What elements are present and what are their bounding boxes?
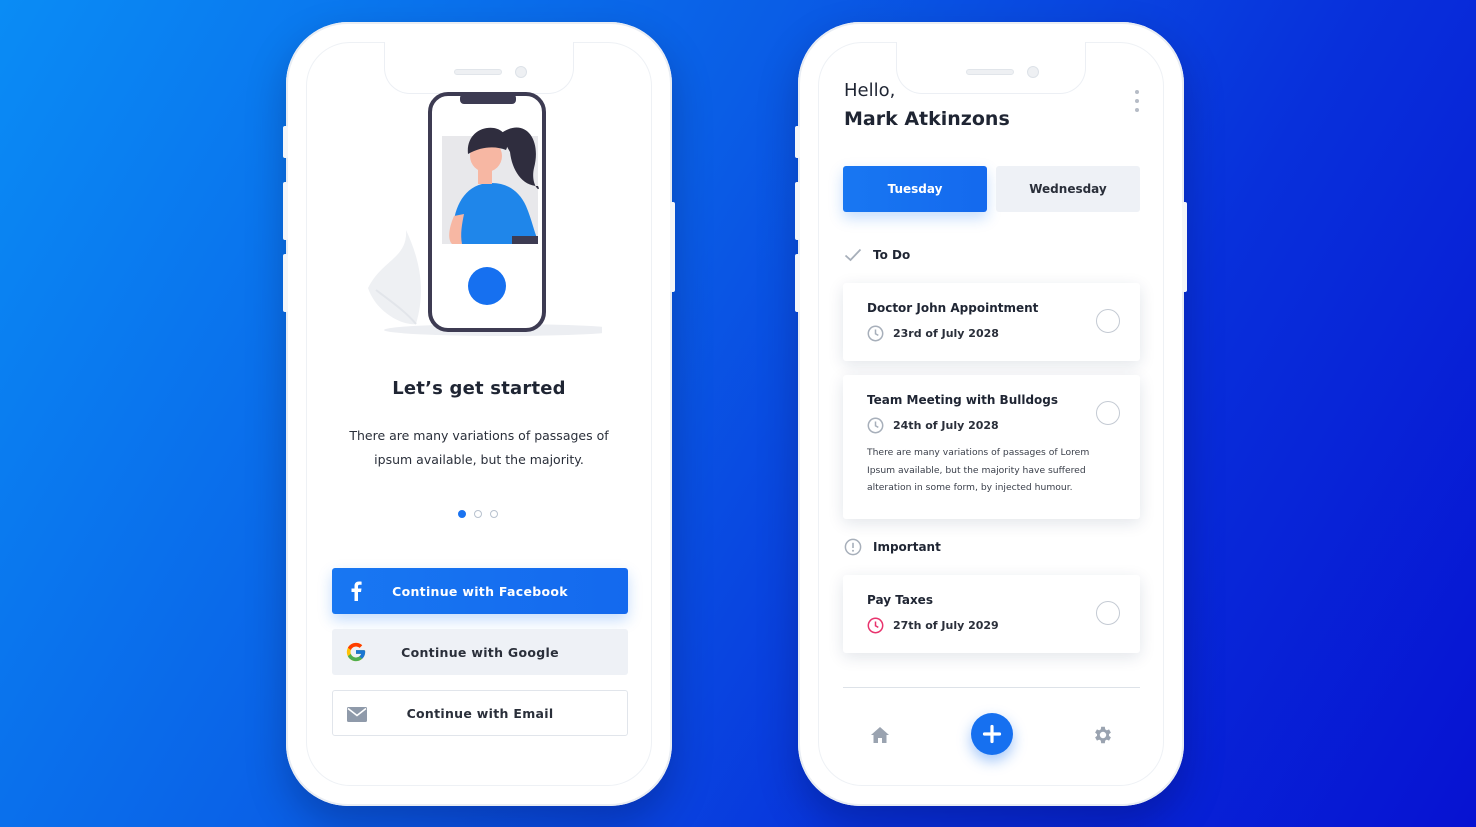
phone-selfie-illustration [368, 92, 602, 336]
speaker [454, 69, 502, 75]
page-dot-3[interactable] [490, 510, 498, 518]
front-camera [515, 66, 527, 78]
notch [384, 42, 574, 94]
tasks-phone: Hello, Mark Atkinzons Tuesday Wednesday … [795, 22, 1187, 806]
mute-switch [283, 126, 288, 158]
page-dot-2[interactable] [474, 510, 482, 518]
facebook-button-label: Continue with Facebook [392, 583, 568, 599]
more-vertical-icon[interactable] [1132, 90, 1142, 112]
mail-icon [345, 702, 369, 726]
clock-icon [867, 617, 884, 634]
task-card[interactable]: Pay Taxes 27th of July 2029 [843, 575, 1140, 653]
user-name: Mark Atkinzons [844, 108, 1010, 130]
greeting: Hello, [844, 80, 896, 101]
onboarding-title: Let’s get started [392, 378, 566, 399]
home-icon[interactable] [868, 724, 892, 746]
speaker [966, 69, 1014, 75]
task-complete-toggle[interactable] [1096, 309, 1120, 333]
notch [896, 42, 1086, 94]
google-button-label: Continue with Google [401, 644, 559, 660]
task-date-text: 23rd of July 2028 [893, 327, 999, 340]
volume-down-button [795, 254, 800, 312]
continue-facebook-button[interactable]: Continue with Facebook [332, 568, 628, 614]
facebook-icon [344, 579, 368, 603]
volume-up-button [795, 182, 800, 240]
power-button [1182, 202, 1187, 292]
task-title: Team Meeting with Bulldogs [867, 393, 1059, 407]
page-dot-1[interactable] [458, 510, 466, 518]
task-title: Doctor John Appointment [867, 301, 1039, 315]
email-button-label: Continue with Email [406, 705, 554, 721]
tab-tuesday[interactable]: Tuesday [843, 166, 987, 212]
pagination-dots [458, 510, 498, 518]
gear-icon[interactable] [1091, 723, 1115, 747]
alert-circle-icon [844, 538, 862, 556]
task-date: 23rd of July 2028 [867, 325, 999, 342]
continue-google-button[interactable]: Continue with Google [332, 629, 628, 675]
add-task-button[interactable] [971, 713, 1013, 755]
task-title: Pay Taxes [867, 593, 933, 607]
tab-wednesday[interactable]: Wednesday [996, 166, 1140, 212]
task-complete-toggle[interactable] [1096, 401, 1120, 425]
todo-section-header: To Do [844, 248, 910, 262]
clock-icon [867, 325, 884, 342]
front-camera [1027, 66, 1039, 78]
continue-email-button[interactable]: Continue with Email [332, 690, 628, 736]
task-note: There are many variations of passages of… [867, 447, 1090, 493]
task-date: 27th of July 2029 [867, 617, 999, 634]
mute-switch [795, 126, 800, 158]
power-button [670, 202, 675, 292]
task-date-text: 27th of July 2029 [893, 619, 999, 632]
onboarding-description: There are many variations of passages of… [349, 428, 609, 467]
important-section-header: Important [844, 538, 941, 556]
task-card[interactable]: Team Meeting with Bulldogs 24th of July … [843, 375, 1140, 519]
todo-section-label: To Do [873, 248, 911, 262]
nav-divider [843, 687, 1140, 688]
volume-up-button [283, 182, 288, 240]
volume-down-button [283, 254, 288, 312]
check-icon [844, 248, 862, 262]
task-complete-toggle[interactable] [1096, 601, 1120, 625]
clock-icon [867, 417, 884, 434]
task-date-text: 24th of July 2028 [893, 419, 999, 432]
important-section-label: Important [873, 540, 941, 554]
task-date: 24th of July 2028 [867, 417, 999, 434]
google-icon [344, 640, 368, 664]
onboarding-phone: Let’s get started There are many variati… [283, 22, 675, 806]
plus-icon [982, 724, 1002, 744]
task-card[interactable]: Doctor John Appointment 23rd of July 202… [843, 283, 1140, 361]
